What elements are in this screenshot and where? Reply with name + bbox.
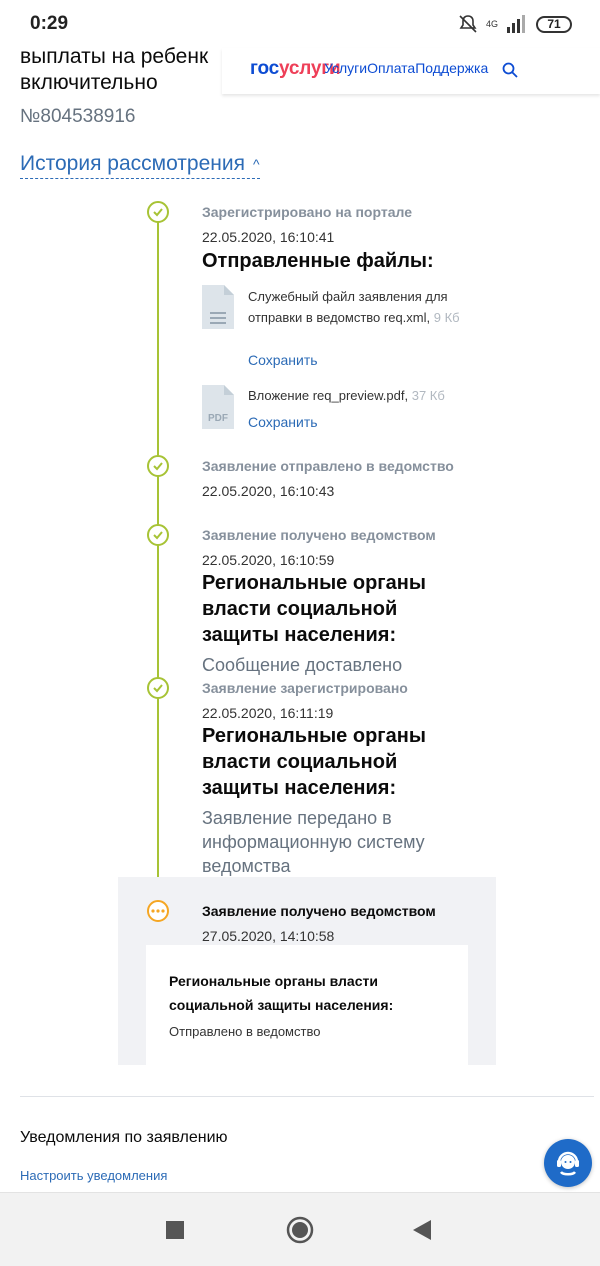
nav-payment[interactable]: Оплата [367, 60, 415, 76]
event-5-heading: Региональные органы власти социальной за… [169, 973, 394, 1013]
status-bar: 0:29 4G 71 [0, 0, 600, 48]
event-3-heading: Региональные органы власти социальной за… [202, 572, 426, 646]
recent-apps-button[interactable] [155, 1193, 195, 1266]
event-5-title: Заявление получено ведомством [202, 903, 436, 919]
status-icons: 4G 71 [458, 12, 572, 36]
battery-icon: 71 [536, 15, 572, 33]
file-2-size: 37 Кб [411, 388, 445, 403]
check-icon [147, 201, 169, 223]
check-icon [147, 455, 169, 477]
main-nav: Услуги Оплата Поддержка [324, 60, 488, 76]
event-4-date: 22.05.2020, 16:11:19 [202, 705, 334, 721]
event-4-text: Заявление передано в информационную сист… [202, 808, 425, 876]
timeline-line [157, 212, 159, 898]
file-1-size: 9 Кб [433, 310, 460, 325]
file-2-save-link[interactable]: Сохранить [248, 414, 318, 430]
file-pdf-icon: PDF [202, 385, 234, 434]
event-1-heading: Отправленные файлы: [202, 250, 434, 272]
check-icon [147, 524, 169, 546]
file-1-save-link[interactable]: Сохранить [248, 352, 318, 368]
application-number: №804538916 [20, 106, 136, 127]
battery-level: 71 [547, 17, 561, 31]
home-button[interactable] [280, 1193, 320, 1266]
event-5-text: Отправлено в ведомство [169, 1024, 321, 1039]
triangle-back-icon [413, 1220, 431, 1240]
event-4-heading: Региональные органы власти социальной за… [202, 725, 426, 799]
file-xml-icon [202, 285, 234, 334]
event-5-date: 27.05.2020, 14:10:58 [202, 928, 335, 944]
notifications-title: Уведомления по заявлению [20, 1129, 228, 1146]
support-agent-icon [557, 1151, 579, 1176]
status-time: 0:29 [30, 13, 69, 34]
pdf-badge: PDF [208, 413, 228, 424]
muted-notifications-icon [459, 15, 477, 33]
logo-part-1: гос [250, 58, 279, 79]
event-3-date: 22.05.2020, 16:10:59 [202, 552, 335, 568]
file-1-name: Служебный файл заявления для отправки в … [248, 286, 470, 328]
configure-notifications-link[interactable]: Настроить уведомления [20, 1168, 167, 1183]
event-2-title: Заявление отправлено в ведомство [202, 458, 454, 474]
event-1-date: 22.05.2020, 16:10:41 [202, 229, 335, 245]
nav-support[interactable]: Поддержка [415, 60, 488, 76]
file-2-name: Вложение req_preview.pdf, 37 Кб [248, 385, 470, 406]
history-toggle[interactable]: История рассмотрения ^ [20, 152, 260, 179]
support-button[interactable] [544, 1139, 592, 1187]
nav-services[interactable]: Услуги [324, 60, 367, 76]
event-4-title: Заявление зарегистрировано [202, 680, 408, 696]
file-1-name-text: Служебный файл заявления для отправки в … [248, 289, 448, 325]
event-1-title: Зарегистрировано на портале [202, 204, 412, 220]
site-header: госуслуги Услуги Оплата Поддержка [222, 48, 600, 94]
back-button[interactable] [402, 1193, 442, 1266]
system-navigation-bar [0, 1192, 600, 1266]
file-2-name-text: Вложение req_preview.pdf, [248, 388, 409, 403]
event-3-title: Заявление получено ведомством [202, 527, 436, 543]
chevron-up-icon: ^ [252, 156, 260, 172]
circle-icon [286, 1216, 314, 1244]
history-title: История рассмотрения [20, 152, 245, 175]
event-2-date: 22.05.2020, 16:10:43 [202, 483, 335, 499]
network-type: 4G [485, 18, 498, 29]
signal-icon [507, 15, 525, 33]
square-icon [166, 1221, 184, 1239]
search-icon[interactable] [502, 62, 518, 78]
dots-icon [147, 900, 169, 922]
event-3-text: Сообщение доставлено [202, 655, 403, 675]
section-divider [20, 1096, 594, 1097]
check-icon [147, 677, 169, 699]
